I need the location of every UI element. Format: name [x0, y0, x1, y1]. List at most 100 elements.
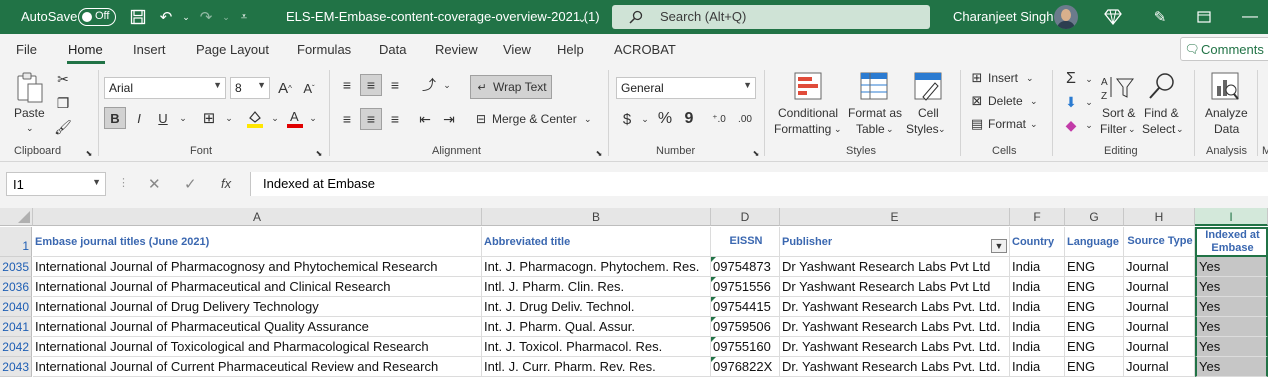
- name-box[interactable]: I1 ▼: [6, 172, 106, 196]
- column-header[interactable]: H: [1124, 208, 1195, 226]
- clear-dropdown-icon[interactable]: ⌄: [1078, 114, 1100, 136]
- minimize-icon[interactable]: —: [1240, 7, 1260, 27]
- underline-button[interactable]: U: [152, 107, 174, 129]
- borders-icon[interactable]: ⊞: [198, 107, 220, 129]
- currency-dropdown-icon[interactable]: ⌄: [634, 108, 656, 130]
- avatar[interactable]: [1054, 5, 1078, 29]
- borders-dropdown-icon[interactable]: ⌄: [218, 107, 240, 129]
- tab-insert[interactable]: Insert: [133, 42, 166, 57]
- tab-formulas[interactable]: Formulas: [297, 42, 351, 57]
- column-header[interactable]: D: [711, 208, 780, 226]
- cell-styles-label-1[interactable]: Cell: [918, 106, 939, 121]
- align-left-icon[interactable]: ≡: [336, 108, 358, 130]
- bottom-align-icon[interactable]: ≡: [384, 74, 406, 96]
- font-launcher-icon[interactable]: ⬊: [314, 148, 324, 158]
- decrease-decimal-icon[interactable]: .00: [734, 108, 756, 130]
- conditional-formatting-label-2[interactable]: Formatting: [774, 122, 831, 137]
- autosave-toggle[interactable]: Off: [78, 8, 116, 26]
- italic-button[interactable]: I: [128, 107, 150, 129]
- column-header[interactable]: G: [1065, 208, 1124, 226]
- formula-input[interactable]: Indexed at Embase: [250, 172, 1268, 196]
- column-title-cell[interactable]: Country: [1010, 227, 1065, 257]
- table-cell[interactable]: International Journal of Pharmaceutical …: [33, 317, 482, 337]
- column-header[interactable]: F: [1010, 208, 1065, 226]
- paste-label[interactable]: Paste: [14, 106, 45, 121]
- enter-icon[interactable]: ✓: [184, 175, 197, 193]
- copy-icon[interactable]: ❐: [52, 92, 74, 114]
- column-title-cell[interactable]: Source Type: [1124, 227, 1195, 257]
- table-cell[interactable]: India: [1010, 257, 1065, 277]
- table-cell[interactable]: ENG: [1065, 357, 1124, 377]
- row-header[interactable]: 2035: [0, 257, 32, 277]
- diamond-icon[interactable]: [1103, 7, 1123, 27]
- table-cell[interactable]: International Journal of Toxicological a…: [33, 337, 482, 357]
- clipboard-launcher-icon[interactable]: ⬊: [84, 148, 94, 158]
- percent-button[interactable]: %: [654, 108, 676, 130]
- merge-center-button[interactable]: ⊟ Merge & Center ⌄: [470, 108, 598, 132]
- table-cell[interactable]: Intl. J. Pharm. Clin. Res.: [482, 277, 711, 297]
- cell-styles-dropdown-icon[interactable]: ⌄: [938, 122, 946, 137]
- table-cell[interactable]: Int. J. Pharmacogn. Phytochem. Res.: [482, 257, 711, 277]
- undo-icon[interactable]: ↶: [156, 7, 176, 27]
- tab-page-layout[interactable]: Page Layout: [196, 42, 269, 57]
- cut-icon[interactable]: ✂: [52, 68, 74, 90]
- row-header[interactable]: 2036: [0, 277, 32, 297]
- increase-font-icon[interactable]: A ^: [274, 77, 296, 99]
- table-cell[interactable]: Journal: [1124, 257, 1195, 277]
- table-cell[interactable]: Dr. Yashwant Research Labs Pvt. Ltd.: [780, 357, 1010, 377]
- column-header[interactable]: B: [482, 208, 711, 226]
- table-cell[interactable]: International Journal of Pharmaceutical …: [33, 277, 482, 297]
- table-cell[interactable]: 09759506: [711, 317, 780, 337]
- conditional-formatting-label-1[interactable]: Conditional: [778, 106, 838, 121]
- align-right-icon[interactable]: ≡: [384, 108, 406, 130]
- table-cell[interactable]: Journal: [1124, 317, 1195, 337]
- find-select-dropdown-icon[interactable]: ⌄: [1176, 122, 1184, 137]
- font-size-select[interactable]: 8 ▼: [230, 77, 270, 99]
- cancel-icon[interactable]: ✕: [148, 175, 161, 193]
- autosum-dropdown-icon[interactable]: ⌄: [1078, 68, 1100, 90]
- table-cell[interactable]: International Journal of Drug Delivery T…: [33, 297, 482, 317]
- filename-dropdown-icon[interactable]: ⌄: [572, 8, 592, 28]
- table-cell[interactable]: Dr. Yashwant Research Labs Pvt. Ltd.: [780, 297, 1010, 317]
- paste-dropdown-icon[interactable]: ⌄: [26, 121, 34, 136]
- table-cell[interactable]: International Journal of Pharmacognosy a…: [33, 257, 482, 277]
- sort-filter-icon[interactable]: AZ: [1100, 72, 1136, 102]
- tab-file[interactable]: File: [16, 42, 37, 57]
- table-cell[interactable]: 09755160: [711, 337, 780, 357]
- table-cell[interactable]: Dr Yashwant Research Labs Pvt Ltd: [780, 257, 1010, 277]
- find-select-label-1[interactable]: Find &: [1144, 106, 1179, 121]
- table-cell[interactable]: International Journal of Current Pharmac…: [33, 357, 482, 377]
- increase-decimal-icon[interactable]: ⁺.0: [708, 108, 730, 130]
- fill-dropdown-icon[interactable]: ⌄: [1078, 91, 1100, 113]
- table-cell[interactable]: ENG: [1065, 277, 1124, 297]
- delete-dropdown-icon[interactable]: ⌄: [1030, 94, 1038, 109]
- sort-filter-label-1[interactable]: Sort &: [1102, 106, 1135, 121]
- format-as-table-label-1[interactable]: Format as: [848, 106, 902, 121]
- merge-dropdown-icon[interactable]: ⌄: [584, 112, 592, 127]
- table-cell[interactable]: Journal: [1124, 357, 1195, 377]
- table-cell[interactable]: ENG: [1065, 337, 1124, 357]
- row-header[interactable]: 1: [0, 227, 32, 257]
- find-select-label-2[interactable]: Select: [1142, 122, 1175, 137]
- search-box[interactable]: Search (Alt+Q): [612, 5, 930, 29]
- table-cell[interactable]: Journal: [1124, 297, 1195, 317]
- conditional-formatting-icon[interactable]: [792, 70, 824, 102]
- column-title-cell[interactable]: Embase journal titles (June 2021): [33, 227, 482, 257]
- font-name-select[interactable]: Arial ▼: [104, 77, 226, 99]
- tab-acrobat[interactable]: ACROBAT: [614, 42, 676, 57]
- tab-home[interactable]: Home: [68, 42, 103, 57]
- conditional-formatting-dropdown-icon[interactable]: ⌄: [834, 122, 842, 137]
- name-box-dropdown-icon[interactable]: ▼: [92, 177, 101, 187]
- fill-color-dropdown-icon[interactable]: ⌄: [264, 107, 286, 129]
- table-cell[interactable]: Int. J. Toxicol. Pharmacol. Res.: [482, 337, 711, 357]
- table-cell[interactable]: 09754415: [711, 297, 780, 317]
- row-header[interactable]: 2042: [0, 337, 32, 357]
- column-title-cell[interactable]: Publisher ▼: [780, 227, 1010, 257]
- table-cell[interactable]: 0976822X: [711, 357, 780, 377]
- format-dropdown-icon[interactable]: ⌄: [1030, 117, 1038, 132]
- tab-review[interactable]: Review: [435, 42, 478, 57]
- format-as-table-dropdown-icon[interactable]: ⌄: [886, 122, 894, 137]
- analyze-data-label-1[interactable]: Analyze: [1205, 106, 1248, 121]
- table-cell[interactable]: Yes: [1195, 277, 1268, 297]
- table-cell[interactable]: India: [1010, 297, 1065, 317]
